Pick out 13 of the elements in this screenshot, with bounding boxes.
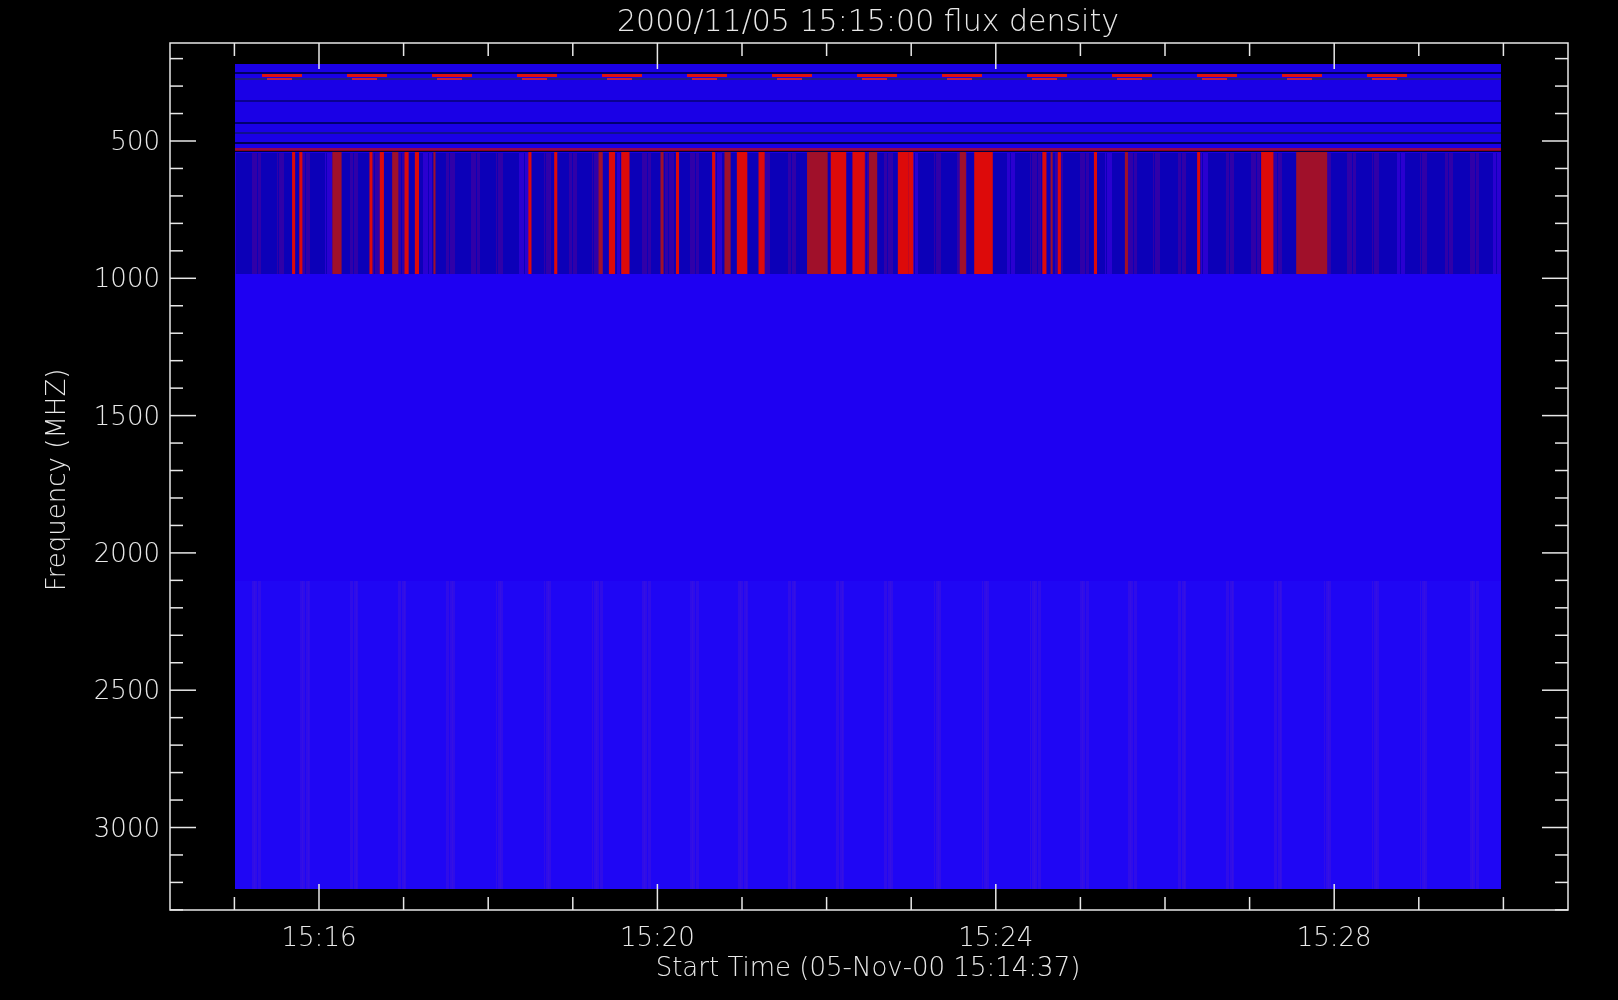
tick-label: 2000 (93, 537, 160, 568)
axis-label: Frequency (MHZ) (41, 368, 71, 592)
tick-label: 1000 (93, 263, 160, 294)
tick-label: 15:28 (1296, 922, 1372, 952)
tick-label: 2500 (93, 675, 160, 706)
tick-label: 3000 (93, 812, 160, 843)
tick-label: 500 (110, 126, 160, 156)
tick-label: 15:16 (281, 922, 357, 952)
axis-label: Start Time (05-Nov-00 15:14:37) (655, 952, 1081, 982)
tick-label: 15:20 (619, 922, 695, 952)
tick-label: 1500 (93, 400, 160, 431)
plot-title: 2000/11/05 15:15:00 flux density (617, 3, 1119, 38)
tick-label: 15:24 (958, 922, 1034, 952)
